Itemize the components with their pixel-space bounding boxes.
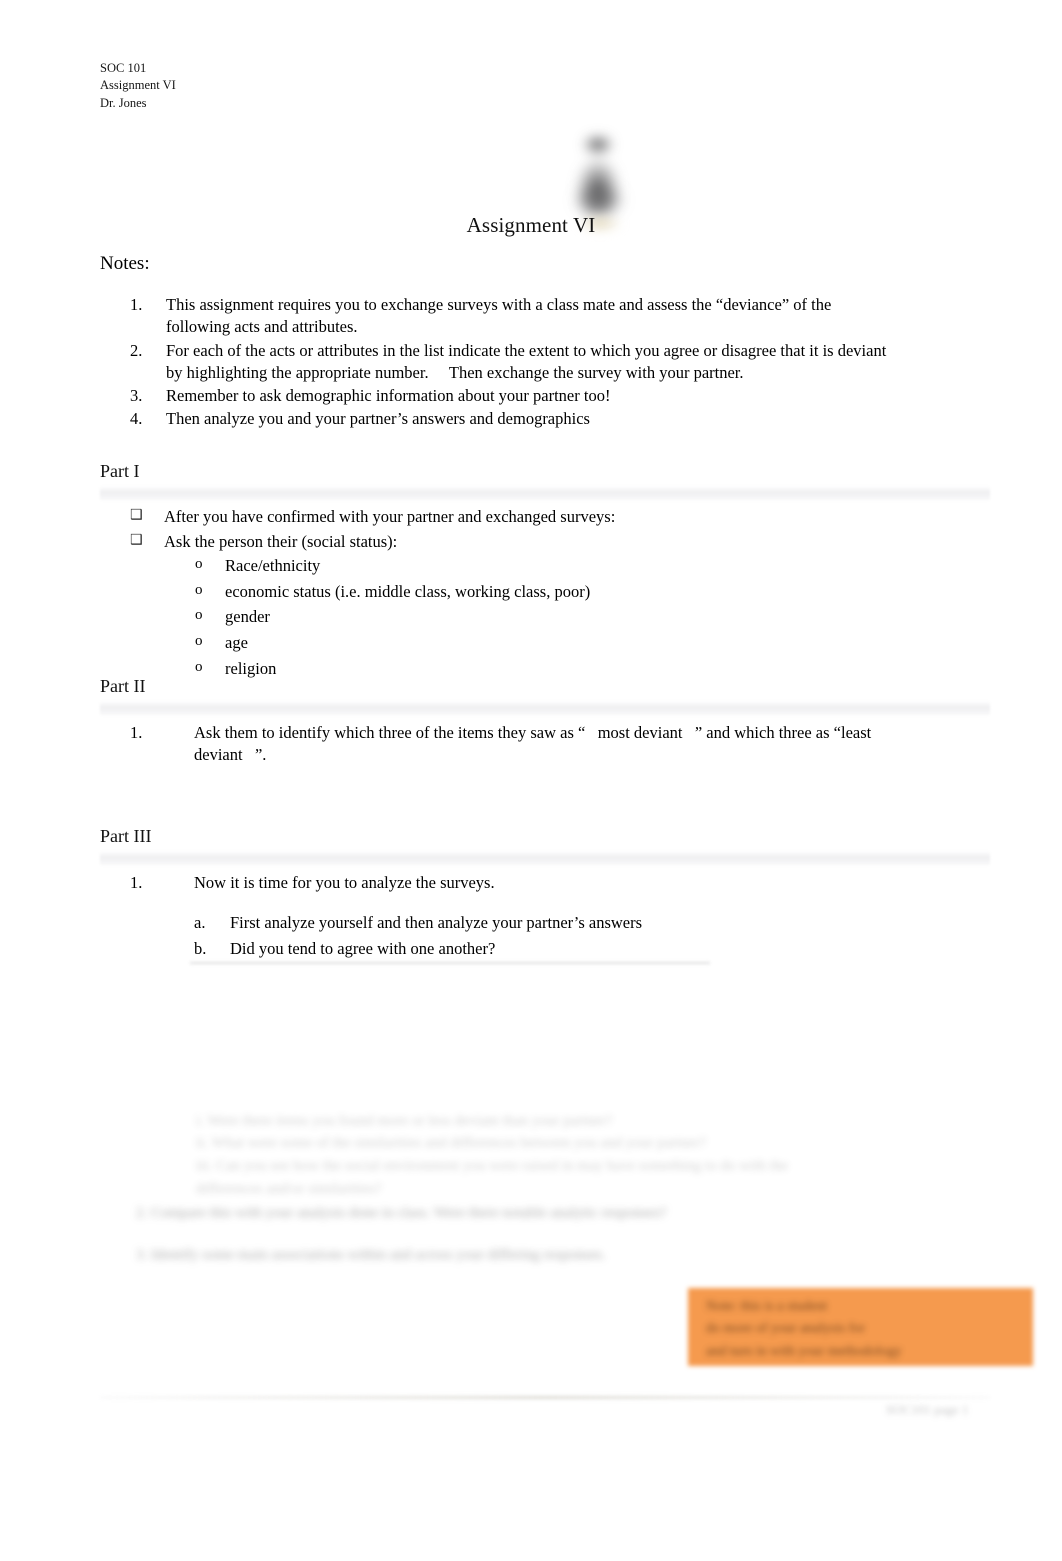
- part-one-title: Part I: [100, 461, 140, 481]
- course-header-line-assignment: Assignment VI: [100, 78, 176, 93]
- part-one-sub-item: o gender: [195, 604, 895, 630]
- part-one-sub-item-text: economic status (i.e. middle class, work…: [225, 581, 591, 601]
- notes-item-text: Then analyze you and your partner’s answ…: [166, 409, 590, 429]
- course-header-line-course: SOC 101: [100, 61, 147, 75]
- figure-body-shape: [573, 136, 623, 222]
- part-three-title: Part III: [100, 826, 152, 846]
- part-three-item-text: Now it is time for you to analyze the su…: [194, 873, 495, 892]
- part-three-sub-marker: b.: [194, 938, 207, 958]
- obscured-line: 3. Identify some main associations withi…: [136, 1247, 606, 1263]
- part-one-bullet: ❑ After you have confirmed with your par…: [100, 505, 960, 530]
- part-one-divider-band: [100, 486, 990, 500]
- part-one-sub-item-text: religion: [225, 658, 277, 678]
- notes-item-marker: 2.: [130, 340, 143, 360]
- obscured-sub-line: iii. Can you see how the social environm…: [196, 1158, 788, 1197]
- part-three-sub-text: First analyze yourself and then analyze …: [230, 913, 643, 932]
- notes-item-marker: 1.: [130, 295, 143, 314]
- document-title-row: Assignment VI: [0, 213, 1062, 238]
- part-one-bullet-text: Ask the person their (social status):: [164, 531, 398, 551]
- part-one-bullet-list: ❑ After you have confirmed with your par…: [100, 505, 960, 555]
- notes-item-marker: 3.: [130, 386, 143, 406]
- sub-bullet-o-icon: o: [195, 556, 203, 572]
- part-three-sub-text: Did you tend to agree with one another?: [230, 938, 496, 958]
- sub-bullet-o-icon: o: [195, 607, 203, 624]
- part-one-bullet: ❑ Ask the person their (social status):: [100, 530, 960, 555]
- footer-text: SOC101 page 1: [886, 1402, 969, 1417]
- notes-item-marker: 4.: [130, 409, 143, 429]
- part-two-title: Part II: [100, 676, 146, 696]
- notes-list: 1. This assignment requires you to excha…: [100, 294, 890, 432]
- part-three-divider-band: [100, 851, 990, 865]
- part-three-sub-item: b. Did you tend to agree with one anothe…: [194, 936, 894, 962]
- notes-item: 2. For each of the acts or attributes in…: [100, 340, 890, 385]
- notes-item: 1. This assignment requires you to excha…: [100, 294, 890, 339]
- document-page: SOC 101 Assignment VI Dr. Jones Assignme…: [0, 0, 1062, 1561]
- part-one-sub-item-text: gender: [225, 607, 270, 627]
- sub-bullet-o-icon: o: [195, 658, 203, 675]
- orange-highlight-text: Note: this is a student do more of your …: [706, 1296, 1026, 1363]
- notes-item: 3. Remember to ask demographic informati…: [100, 385, 890, 407]
- part-three-item-marker: 1.: [130, 873, 143, 892]
- page-title: Assignment VI: [466, 213, 596, 237]
- part-one-sub-item: o age: [195, 630, 895, 656]
- part-three-item: 1. Now it is time for you to analyze the…: [130, 872, 960, 894]
- sub-bullet-o-icon: o: [195, 633, 203, 650]
- part-one-sub-item-text: age: [225, 633, 248, 653]
- obscured-hairline-rule: [190, 962, 710, 964]
- course-header: SOC 101 Assignment VI Dr. Jones: [100, 60, 176, 112]
- obscured-line: 2. Compare this with your analysis done …: [136, 1205, 667, 1221]
- part-one-bullet-text: After you have confirmed with your partn…: [164, 507, 616, 526]
- obscured-sub-line: i. Were there items you found more or le…: [196, 1113, 613, 1129]
- orange-highlight-line: do more of your analysis for: [706, 1321, 866, 1337]
- bullet-square-icon: ❑: [130, 531, 143, 548]
- part-one-sub-item: o Race/ethnicity: [195, 553, 895, 579]
- notes-item-text: For each of the acts or attributes in th…: [166, 340, 887, 382]
- bullet-square-icon: ❑: [130, 507, 143, 523]
- section-part-one-heading: Part I: [100, 462, 990, 500]
- part-two-item-marker: 1.: [130, 723, 143, 742]
- notes-item-text: This assignment requires you to exchange…: [166, 295, 832, 337]
- part-two-divider-band: [100, 701, 990, 715]
- part-three-sub-list: a. First analyze yourself and then analy…: [194, 910, 894, 961]
- sub-bullet-o-icon: o: [195, 581, 203, 598]
- part-three-sub-item: a. First analyze yourself and then analy…: [194, 910, 894, 936]
- part-two-item-text: Ask them to identify which three of the …: [194, 723, 872, 765]
- part-two-item: 1. Ask them to identify which three of t…: [130, 722, 920, 767]
- part-one-sub-list: o Race/ethnicity o economic status (i.e.…: [195, 553, 895, 682]
- section-part-three-heading: Part III: [100, 827, 990, 865]
- notes-item: 4. Then analyze you and your partner’s a…: [100, 408, 890, 430]
- notes-item-text: Remember to ask demographic information …: [166, 386, 611, 406]
- course-header-line-instructor: Dr. Jones: [100, 95, 147, 110]
- footer-divider-rule: [100, 1396, 990, 1399]
- part-one-sub-item: o economic status (i.e. middle class, wo…: [195, 579, 895, 605]
- part-three-sub-marker: a.: [194, 913, 206, 932]
- section-part-two-heading: Part II: [100, 677, 990, 715]
- obscured-sub-line: ii. What were some of the similarities a…: [196, 1135, 707, 1151]
- notes-label: Notes:: [100, 253, 150, 274]
- orange-highlight-line: and turn in with your methodology: [706, 1343, 902, 1359]
- orange-highlight-line: Note: this is a student: [706, 1299, 828, 1314]
- part-one-sub-item-text: Race/ethnicity: [225, 556, 321, 575]
